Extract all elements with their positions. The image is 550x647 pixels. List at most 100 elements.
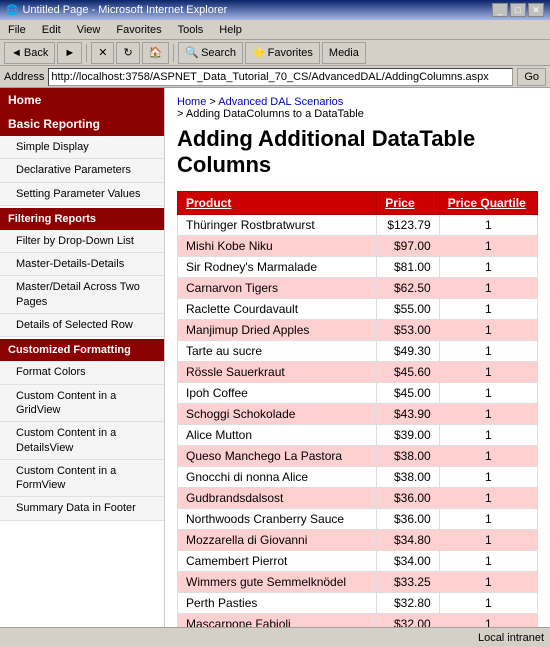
sidebar-section-filtering-reports[interactable]: Filtering Reports (0, 208, 164, 230)
menu-favorites[interactable]: Favorites (112, 22, 165, 38)
sidebar-item-master-details[interactable]: Master-Details-Details (0, 253, 164, 276)
cell-price: $45.00 (377, 382, 439, 403)
cell-product: Manjimup Dried Apples (178, 319, 377, 340)
col-price: Price (377, 191, 439, 214)
table-row: Alice Mutton$39.001 (178, 424, 538, 445)
cell-quartile: 1 (439, 403, 537, 424)
cell-product: Mishi Kobe Niku (178, 235, 377, 256)
window-controls[interactable]: _ □ ✕ (492, 3, 544, 17)
cell-price: $53.00 (377, 319, 439, 340)
cell-quartile: 1 (439, 340, 537, 361)
table-row: Schoggi Schokolade$43.901 (178, 403, 538, 424)
cell-price: $45.60 (377, 361, 439, 382)
cell-product: Northwoods Cranberry Sauce (178, 508, 377, 529)
sidebar-section-customized-formatting[interactable]: Customized Formatting (0, 339, 164, 361)
breadcrumb: Home > Advanced DAL Scenarios > Adding D… (177, 96, 538, 120)
sidebar-item-setting-parameter[interactable]: Setting Parameter Values (0, 183, 164, 206)
sidebar-item-selected-row[interactable]: Details of Selected Row (0, 314, 164, 337)
cell-quartile: 1 (439, 214, 537, 235)
address-input[interactable] (48, 68, 513, 86)
breadcrumb-home[interactable]: Home (177, 96, 206, 108)
cell-product: Raclette Courdavault (178, 298, 377, 319)
menu-tools[interactable]: Tools (174, 22, 208, 38)
table-row: Gudbrandsdalsost$36.001 (178, 487, 538, 508)
close-btn[interactable]: ✕ (528, 3, 544, 17)
go-button[interactable]: Go (517, 68, 546, 86)
cell-price: $38.00 (377, 445, 439, 466)
address-bar: Address Go (0, 66, 550, 88)
sidebar-section-basic-reporting[interactable]: Basic Reporting (0, 112, 164, 136)
table-row: Camembert Pierrot$34.001 (178, 550, 538, 571)
menu-file[interactable]: File (4, 22, 30, 38)
sidebar-item-master-detail-across[interactable]: Master/Detail Across Two Pages (0, 276, 164, 314)
sidebar-item-summary-footer[interactable]: Summary Data in Footer (0, 497, 164, 520)
cell-quartile: 1 (439, 508, 537, 529)
cell-price: $36.00 (377, 487, 439, 508)
cell-price: $123.79 (377, 214, 439, 235)
cell-price: $97.00 (377, 235, 439, 256)
forward-button[interactable]: ► (57, 42, 82, 64)
cell-price: $33.25 (377, 571, 439, 592)
cell-product: Gnocchi di nonna Alice (178, 466, 377, 487)
refresh-button[interactable]: ↻ (116, 42, 139, 64)
cell-price: $49.30 (377, 340, 439, 361)
sidebar-item-custom-detailsview[interactable]: Custom Content in a DetailsView (0, 422, 164, 460)
cell-quartile: 1 (439, 382, 537, 403)
sidebar-item-custom-formview[interactable]: Custom Content in a FormView (0, 460, 164, 498)
cell-product: Alice Mutton (178, 424, 377, 445)
maximize-btn[interactable]: □ (510, 3, 526, 17)
window-title: Untitled Page - Microsoft Internet Explo… (22, 4, 227, 16)
cell-product: Wimmers gute Semmelknödel (178, 571, 377, 592)
minimize-btn[interactable]: _ (492, 3, 508, 17)
cell-quartile: 1 (439, 571, 537, 592)
toolbar-separator-2 (173, 44, 174, 62)
cell-price: $38.00 (377, 466, 439, 487)
sidebar-item-filter-dropdown[interactable]: Filter by Drop-Down List (0, 230, 164, 253)
sidebar-item-custom-gridview[interactable]: Custom Content in a GridView (0, 385, 164, 423)
menu-edit[interactable]: Edit (38, 22, 65, 38)
cell-product: Thüringer Rostbratwurst (178, 214, 377, 235)
sidebar-home[interactable]: Home (0, 88, 164, 112)
stop-button[interactable]: ✕ (91, 42, 114, 64)
search-button[interactable]: 🔍 Search (178, 42, 243, 64)
browser-icon: 🌐 (6, 5, 18, 16)
cell-price: $62.50 (377, 277, 439, 298)
sidebar-item-format-colors[interactable]: Format Colors (0, 361, 164, 384)
breadcrumb-section[interactable]: Advanced DAL Scenarios (218, 96, 343, 108)
table-row: Thüringer Rostbratwurst$123.791 (178, 214, 538, 235)
menu-view[interactable]: View (73, 22, 105, 38)
toolbar-separator-1 (86, 44, 87, 62)
page-title: Adding Additional DataTable Columns (177, 126, 538, 179)
cell-product: Rössle Sauerkraut (178, 361, 377, 382)
cell-product: Tarte au sucre (178, 340, 377, 361)
cell-price: $43.90 (377, 403, 439, 424)
status-zone: Local intranet (478, 632, 544, 644)
sidebar-item-simple-display[interactable]: Simple Display (0, 136, 164, 159)
table-row: Queso Manchego La Pastora$38.001 (178, 445, 538, 466)
toolbar: ◄ Back ► ✕ ↻ 🏠 🔍 Search ⭐ Favorites Medi… (0, 40, 550, 66)
back-button[interactable]: ◄ Back (4, 42, 55, 64)
col-product: Product (178, 191, 377, 214)
data-table: Product Price Price Quartile Thüringer R… (177, 191, 538, 647)
table-row: Raclette Courdavault$55.001 (178, 298, 538, 319)
home-button[interactable]: 🏠 (142, 42, 170, 64)
favorites-button[interactable]: ⭐ Favorites (245, 42, 320, 64)
cell-product: Perth Pasties (178, 592, 377, 613)
cell-quartile: 1 (439, 466, 537, 487)
status-bar: Local intranet (0, 627, 550, 647)
breadcrumb-current: Adding DataColumns to a DataTable (186, 108, 364, 120)
cell-quartile: 1 (439, 529, 537, 550)
sidebar-item-declarative-parameters[interactable]: Declarative Parameters (0, 159, 164, 182)
media-button[interactable]: Media (322, 42, 366, 64)
cell-quartile: 1 (439, 298, 537, 319)
table-row: Sir Rodney's Marmalade$81.001 (178, 256, 538, 277)
cell-product: Camembert Pierrot (178, 550, 377, 571)
table-row: Wimmers gute Semmelknödel$33.251 (178, 571, 538, 592)
cell-quartile: 1 (439, 487, 537, 508)
cell-price: $34.00 (377, 550, 439, 571)
cell-quartile: 1 (439, 319, 537, 340)
menu-help[interactable]: Help (215, 22, 246, 38)
cell-product: Sir Rodney's Marmalade (178, 256, 377, 277)
cell-quartile: 1 (439, 550, 537, 571)
table-row: Perth Pasties$32.801 (178, 592, 538, 613)
